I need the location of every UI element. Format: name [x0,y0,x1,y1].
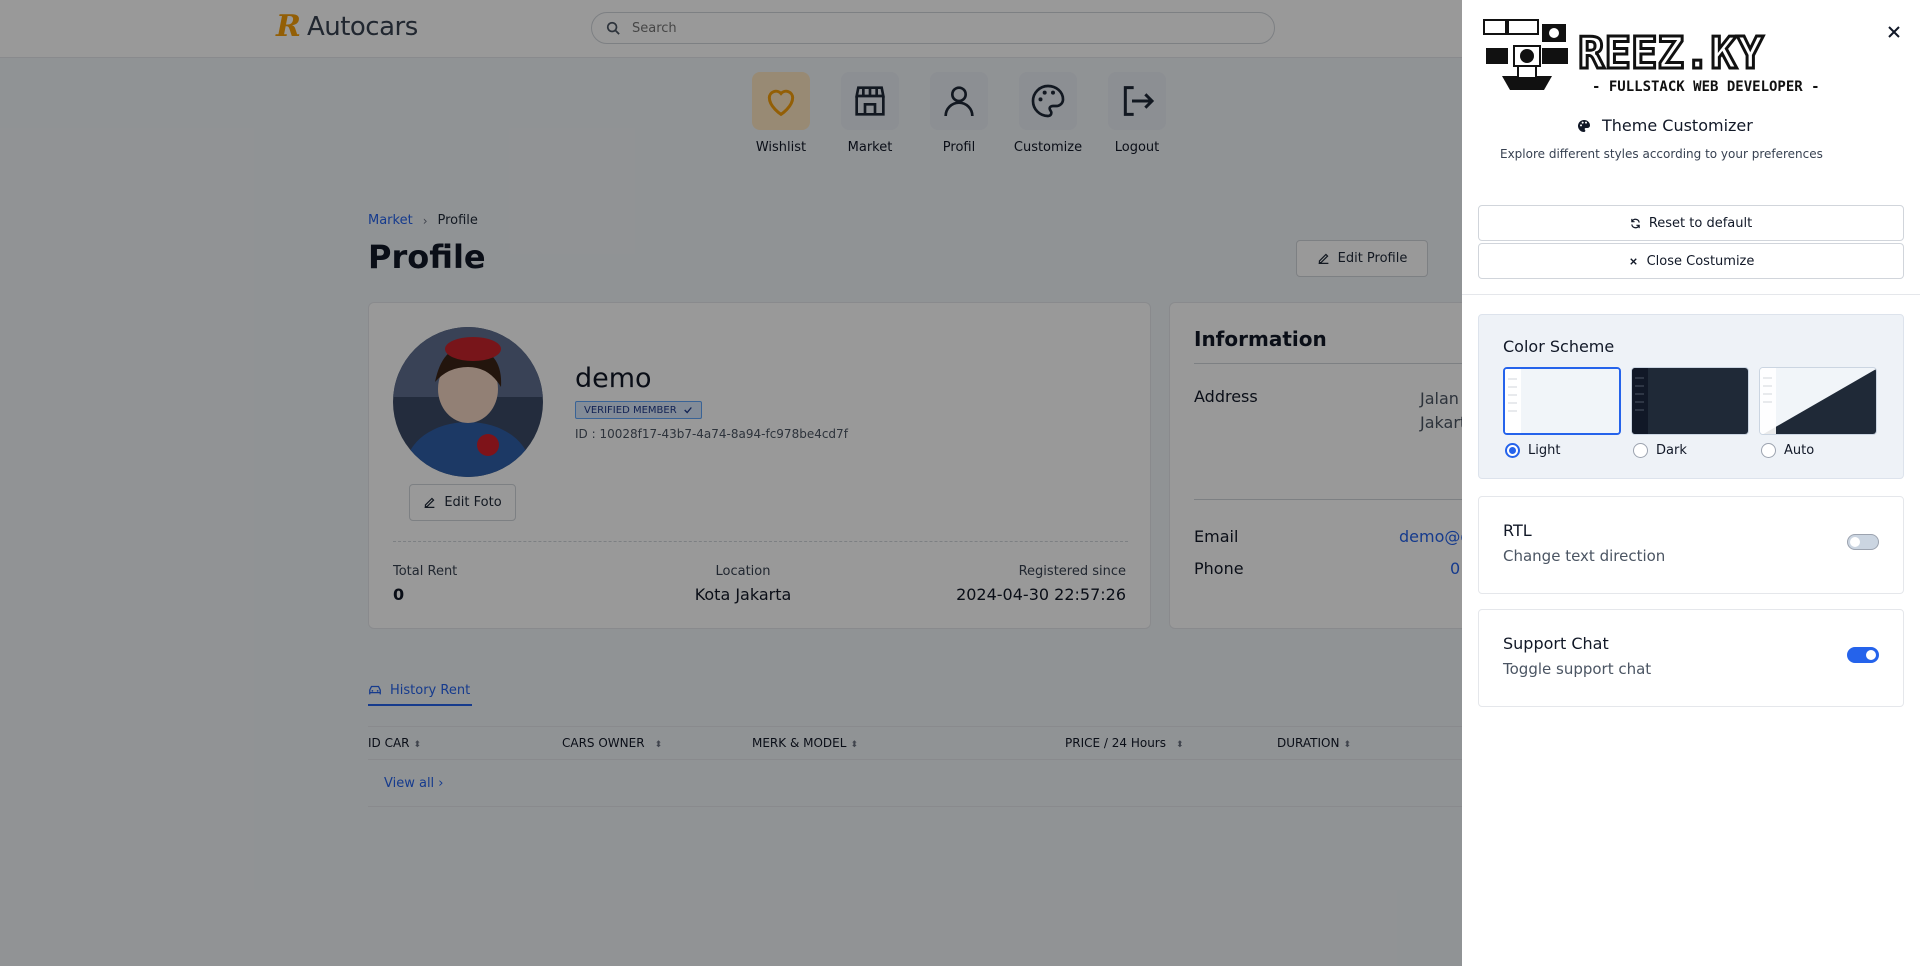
theme-preview-dark[interactable] [1631,367,1749,435]
theme-label-light: Light [1528,443,1561,458]
theme-label-dark: Dark [1656,443,1687,458]
support-chat-section: Support Chat Toggle support chat [1478,609,1904,707]
close-icon [1888,26,1900,38]
svg-text:REEZ.KY: REEZ.KY [1578,28,1764,79]
refresh-icon [1631,218,1640,228]
theme-label-auto: Auto [1784,443,1815,458]
theme-option-auto[interactable]: Auto [1759,367,1877,458]
color-scheme-section: Color Scheme Light Dark Auto [1478,314,1904,479]
reezky-brand-logo: REEZ.KY - FULLSTACK WEB DEVELOPER - [1483,19,1820,95]
theme-customizer-title: Theme Customizer [1576,116,1753,135]
theme-option-light[interactable]: Light [1503,367,1621,458]
close-panel-button[interactable] [1883,21,1905,43]
support-chat-toggle[interactable] [1847,647,1879,663]
rtl-section: RTL Change text direction [1478,496,1904,594]
theme-preview-light[interactable] [1503,367,1621,435]
close-icon [1629,257,1637,265]
rtl-title: RTL [1503,521,1532,540]
theme-customizer-title-text: Theme Customizer [1602,116,1753,135]
close-customize-button[interactable]: Close Costumize [1478,243,1904,279]
svg-text:- FULLSTACK WEB DEVELOPER -: - FULLSTACK WEB DEVELOPER - [1592,79,1820,95]
reset-label: Reset to default [1648,215,1753,231]
support-chat-subtitle: Toggle support chat [1503,660,1652,678]
theme-customizer-subtitle: Explore different styles according to yo… [1500,147,1823,161]
radio-light[interactable] [1505,443,1520,458]
theme-customizer-panel: REEZ.KY - FULLSTACK WEB DEVELOPER - [1462,0,1920,966]
modal-backdrop[interactable] [0,0,1462,966]
reset-to-default-button[interactable]: Reset to default [1478,205,1904,241]
palette-icon [1577,119,1590,132]
theme-option-dark[interactable]: Dark [1631,367,1749,458]
theme-preview-auto[interactable] [1759,367,1877,435]
radio-auto[interactable] [1761,443,1776,458]
rtl-subtitle: Change text direction [1503,547,1666,565]
rtl-toggle[interactable] [1847,534,1879,550]
radio-dark[interactable] [1633,443,1648,458]
close-customize-label: Close Costumize [1646,253,1755,269]
support-chat-title: Support Chat [1503,634,1609,653]
color-scheme-title: Color Scheme [1503,337,1615,356]
divider [1462,294,1920,295]
